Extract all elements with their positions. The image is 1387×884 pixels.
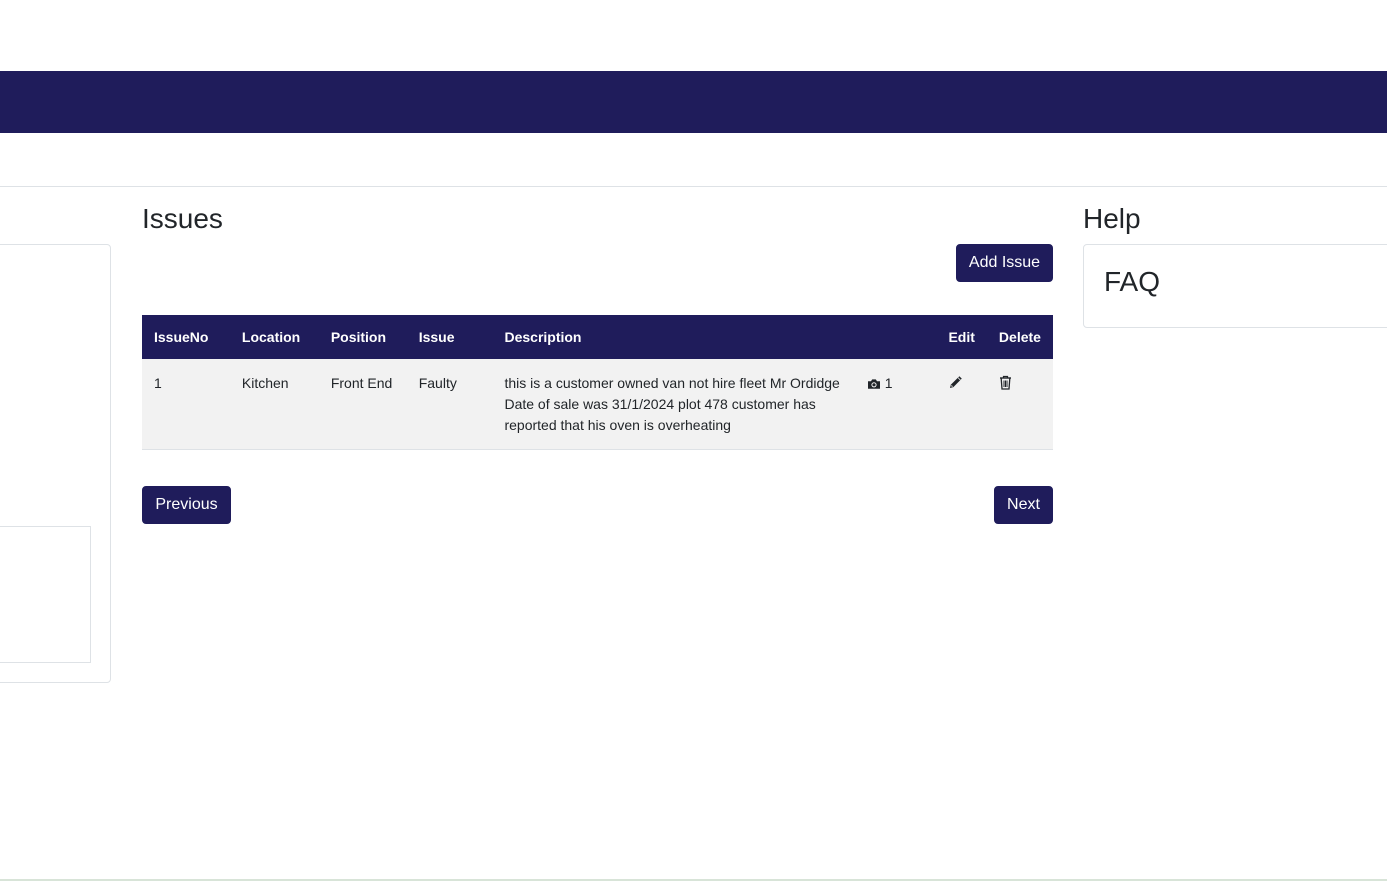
divider xyxy=(0,186,1387,187)
pencil-icon[interactable] xyxy=(948,375,963,396)
issues-title: Issues xyxy=(142,203,223,234)
header-photos xyxy=(855,315,937,359)
cell-issueno: 1 xyxy=(154,375,162,391)
header-position: Position xyxy=(330,329,387,345)
cell-description: this is a customer owned van not hire fl… xyxy=(504,375,840,433)
header-issueno: IssueNo xyxy=(154,329,209,345)
table-row: 1 Kitchen Front End Faulty this is a cus… xyxy=(142,359,1053,450)
previous-button[interactable]: Previous xyxy=(142,486,231,524)
left-panel-box xyxy=(0,526,91,663)
header-issue: Issue xyxy=(418,329,455,345)
navbar xyxy=(0,71,1387,133)
bottom-divider xyxy=(0,879,1387,881)
table-header-row: IssueNo Location Position Issue Descript… xyxy=(142,315,1053,359)
camera-icon[interactable] xyxy=(867,375,881,396)
header-location: Location xyxy=(241,329,301,345)
cell-location: Kitchen xyxy=(241,375,289,391)
header-edit: Edit xyxy=(948,329,975,345)
page: Issues Add Issue IssueNo Location Positi… xyxy=(0,0,1387,884)
faq-title[interactable]: FAQ xyxy=(1104,265,1160,299)
cell-position: Front End xyxy=(330,375,393,391)
trash-icon[interactable] xyxy=(999,375,1012,396)
issues-table: IssueNo Location Position Issue Descript… xyxy=(142,315,1053,450)
header-delete: Delete xyxy=(998,329,1041,345)
photo-count: 1 xyxy=(884,375,893,391)
header-description: Description xyxy=(504,329,582,345)
cell-edit xyxy=(936,359,986,450)
next-button[interactable]: Next xyxy=(994,486,1053,524)
cell-issue: Faulty xyxy=(418,375,457,391)
add-issue-button[interactable]: Add Issue xyxy=(956,244,1053,282)
cell-photos[interactable]: 1 xyxy=(855,359,937,450)
faq-card[interactable]: FAQ xyxy=(1083,244,1387,328)
help-title: Help xyxy=(1083,203,1141,234)
cell-delete xyxy=(987,359,1053,450)
